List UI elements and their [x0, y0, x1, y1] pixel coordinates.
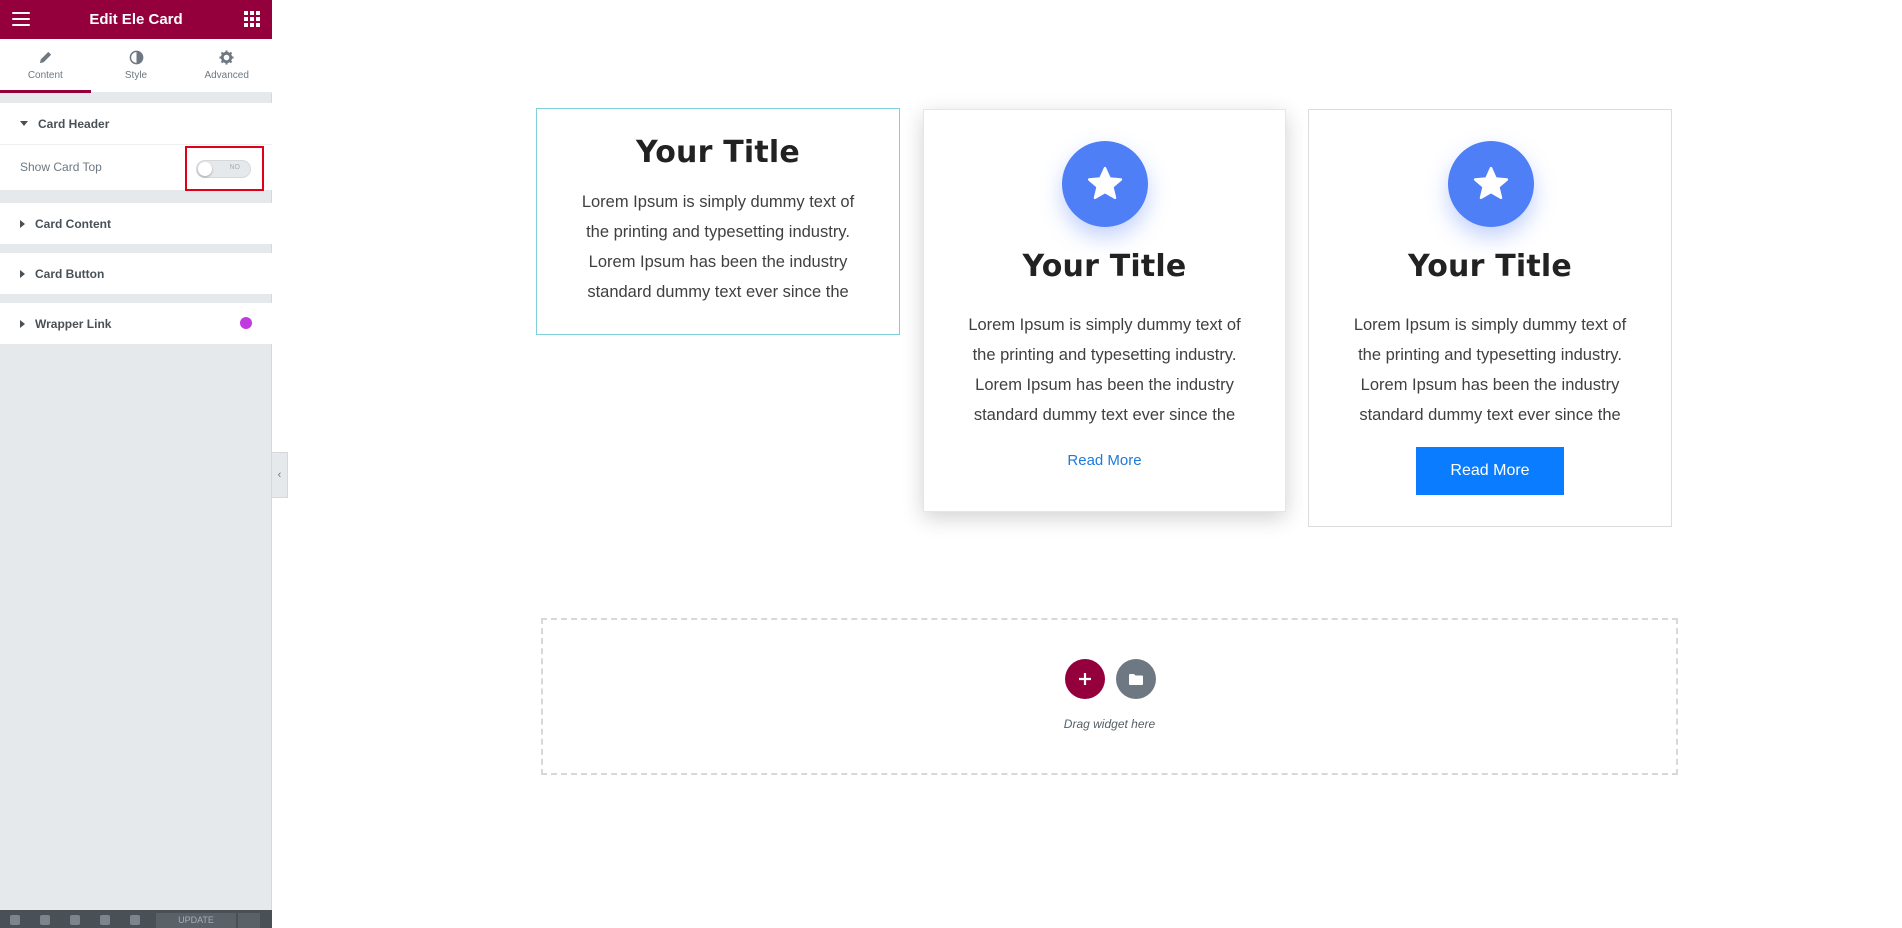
- star-icon-circle: [1062, 141, 1148, 227]
- pro-badge-icon: [240, 317, 252, 329]
- card-title: Your Title: [1408, 249, 1572, 284]
- card-text-line: Lorem Ipsum has been the industry: [975, 376, 1234, 394]
- section-card-header-toggle[interactable]: Card Header: [0, 103, 272, 144]
- history-icon[interactable]: [70, 915, 80, 925]
- panel-title: Edit Ele Card: [89, 11, 183, 28]
- drag-widget-hint: Drag widget here: [1063, 717, 1156, 731]
- caret-right-icon: [20, 219, 25, 228]
- card-text-line: standard dummy text ever since the: [587, 283, 849, 301]
- tab-content-label: Content: [27, 70, 63, 81]
- switch-state-label: NO: [229, 164, 241, 171]
- folder-icon: [1129, 674, 1143, 685]
- section-card-button-label: Card Button: [35, 266, 105, 281]
- collapse-panel-button[interactable]: ‹: [272, 452, 288, 498]
- section-card-button[interactable]: Card Button: [0, 253, 272, 294]
- tab-content[interactable]: Content: [0, 39, 91, 93]
- card-title: Your Title: [636, 135, 800, 170]
- panel-header: Edit Ele Card: [0, 0, 272, 39]
- card-text-line: standard dummy text ever since the: [1359, 406, 1621, 424]
- section-card-header-label: Card Header: [38, 116, 110, 131]
- section-card-content[interactable]: Card Content: [0, 203, 272, 244]
- card-text-line: Lorem Ipsum is simply dummy text of: [968, 316, 1241, 334]
- panel-footer: UPDATE: [0, 910, 272, 928]
- show-card-top-control: Show Card Top NO: [0, 144, 272, 191]
- switch-knob: [198, 162, 212, 176]
- card-text-line: Lorem Ipsum is simply dummy text of: [581, 193, 855, 211]
- show-card-top-switch[interactable]: NO: [196, 160, 251, 178]
- highlight-box: NO: [185, 146, 264, 191]
- section-wrapper-link-label: Wrapper Link: [35, 316, 112, 331]
- add-section-button[interactable]: [1065, 659, 1105, 699]
- card-text-line: Lorem Ipsum has been the industry: [1360, 376, 1620, 394]
- card-text: Lorem Ipsum is simply dummy text of the …: [1309, 310, 1671, 430]
- tab-style-label: Style: [124, 70, 148, 81]
- section-wrapper-link-toggle[interactable]: Wrapper Link: [0, 303, 272, 344]
- gear-icon: [219, 50, 234, 65]
- star-icon-circle: [1448, 141, 1534, 227]
- plus-icon: [1079, 673, 1091, 685]
- add-template-button[interactable]: [1116, 659, 1156, 699]
- responsive-icon[interactable]: [100, 915, 110, 925]
- card-text-line: the printing and typesetting industry.: [972, 346, 1237, 364]
- chevron-left-icon: ‹: [277, 469, 282, 481]
- caret-right-icon: [20, 319, 25, 328]
- update-button[interactable]: UPDATE: [156, 913, 236, 928]
- card-1[interactable]: Your Title Lorem Ipsum is simply dummy t…: [536, 108, 900, 335]
- caret-down-icon: [20, 121, 28, 126]
- tab-style[interactable]: Style: [91, 39, 182, 92]
- star-icon: [1087, 166, 1123, 200]
- show-card-top-label: Show Card Top: [20, 160, 102, 174]
- card-2[interactable]: Your Title Lorem Ipsum is simply dummy t…: [923, 109, 1286, 512]
- section-wrapper-link[interactable]: Wrapper Link: [0, 303, 272, 344]
- panel-tabs: Content Style Advanced: [0, 39, 272, 93]
- editor-panel: Edit Ele Card Content Style Advanced Car…: [0, 0, 272, 928]
- section-card-content-label: Card Content: [35, 216, 111, 231]
- card-text: Lorem Ipsum is simply dummy text of the …: [537, 187, 899, 307]
- card-text: Lorem Ipsum is simply dummy text of the …: [924, 310, 1285, 430]
- widgets-grid-icon[interactable]: [244, 11, 260, 27]
- card-text-line: the printing and typesetting industry.: [1358, 346, 1622, 364]
- preview-icon[interactable]: [130, 915, 140, 925]
- card-title: Your Title: [1022, 249, 1187, 284]
- tab-advanced[interactable]: Advanced: [181, 39, 272, 92]
- drop-zone[interactable]: Drag widget here: [541, 618, 1678, 775]
- card-text-line: the printing and typesetting industry.: [586, 223, 850, 241]
- update-options-button[interactable]: [238, 913, 260, 928]
- star-icon: [1473, 166, 1509, 200]
- settings-icon[interactable]: [10, 915, 20, 925]
- card-text-line: Lorem Ipsum is simply dummy text of: [1353, 316, 1627, 334]
- pencil-icon: [39, 51, 51, 64]
- tab-advanced-label: Advanced: [204, 70, 249, 81]
- caret-right-icon: [20, 269, 25, 278]
- contrast-icon: [129, 50, 143, 65]
- read-more-link[interactable]: Read More: [924, 452, 1285, 469]
- card-3[interactable]: Your Title Lorem Ipsum is simply dummy t…: [1308, 109, 1672, 527]
- card-text-line: standard dummy text ever since the: [973, 406, 1236, 424]
- read-more-button[interactable]: Read More: [1416, 447, 1564, 495]
- section-card-header: Card Header Show Card Top NO: [0, 103, 272, 191]
- section-card-button-toggle[interactable]: Card Button: [0, 253, 272, 294]
- navigator-icon[interactable]: [40, 915, 50, 925]
- card-text-line: Lorem Ipsum has been the industry: [588, 253, 848, 271]
- section-card-content-toggle[interactable]: Card Content: [0, 203, 272, 244]
- menu-icon[interactable]: [12, 12, 30, 26]
